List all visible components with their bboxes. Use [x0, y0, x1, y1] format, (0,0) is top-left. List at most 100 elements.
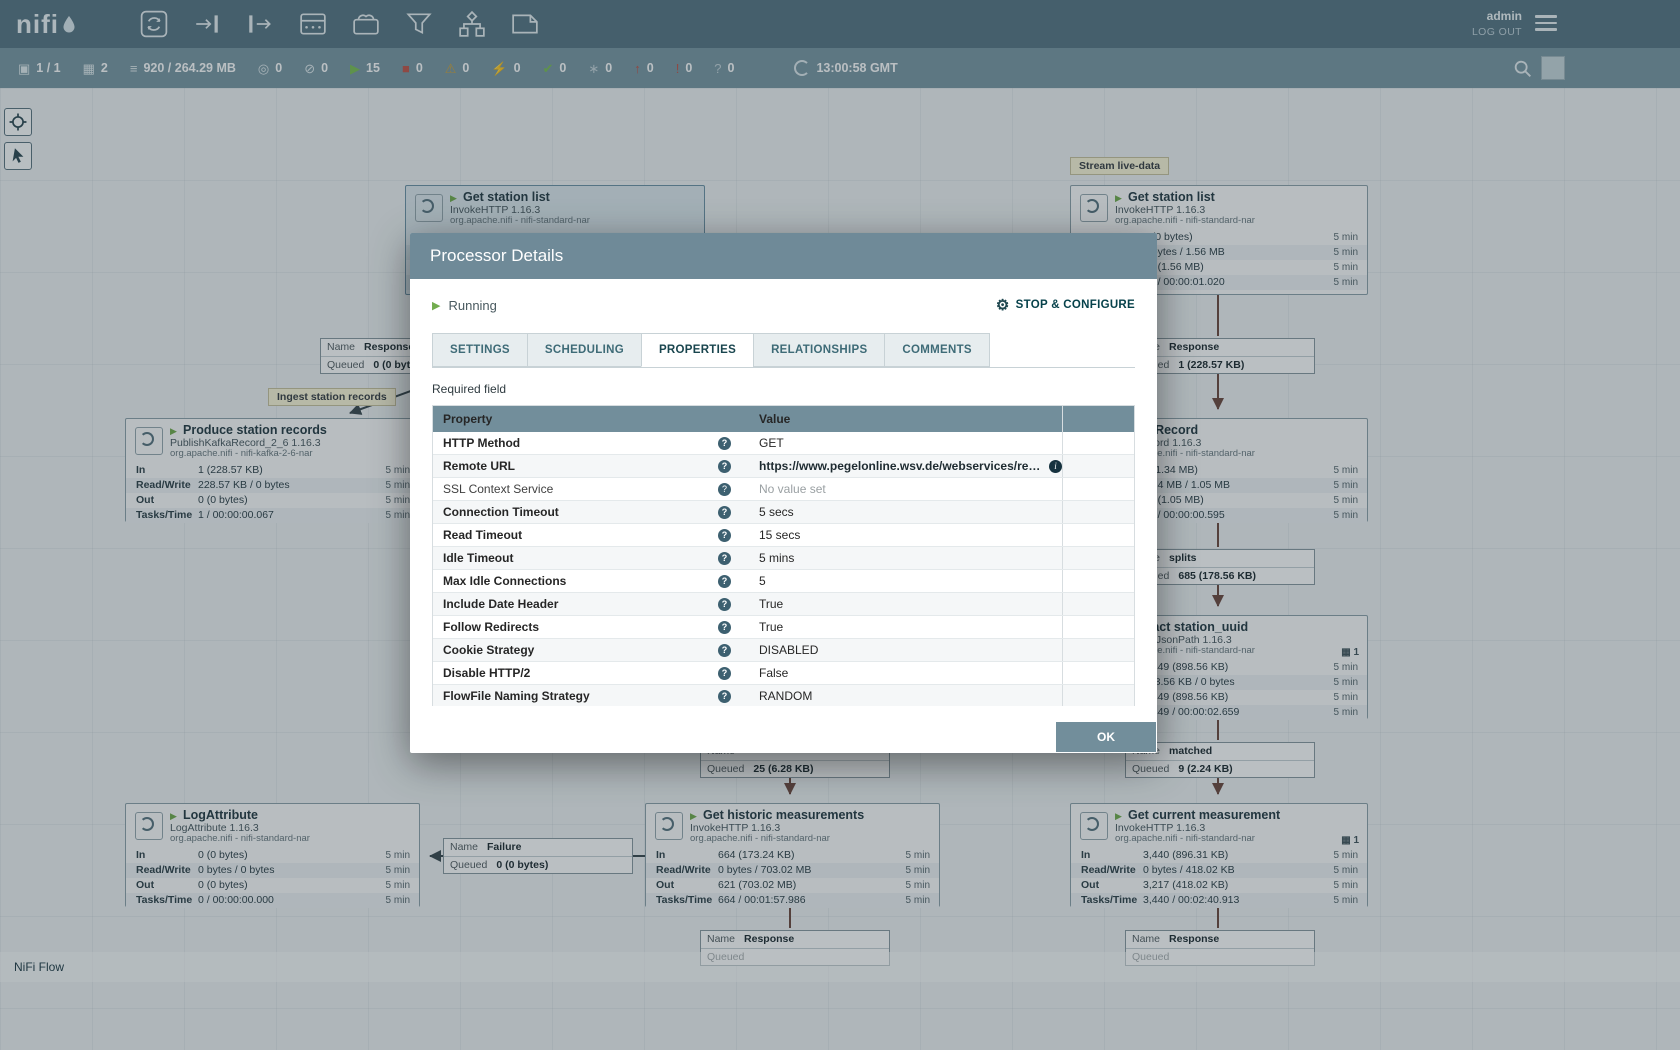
locally-modified-icon: ∗ [588, 62, 599, 75]
tab-scheduling[interactable]: SCHEDULING [527, 333, 642, 367]
input-port-tool-icon[interactable] [190, 9, 224, 39]
tab-relationships[interactable]: RELATIONSHIPS [753, 333, 885, 367]
status-queued: ≡920 / 264.29 MB [130, 61, 236, 75]
help-icon[interactable] [718, 598, 731, 611]
tab-settings[interactable]: SETTINGS [432, 333, 528, 367]
table-row: Max Idle Connections5 [433, 570, 1134, 593]
processor-bundle: org.apache.nifi - nifi-standard-nar [1115, 834, 1341, 845]
queued-icon: ≡ [130, 62, 138, 75]
transmitting-icon: ◎ [258, 62, 269, 75]
processor-tool-icon[interactable] [137, 9, 171, 39]
processor-bundle: org.apache.nifi - nifi-kafka-2-6-nar [170, 449, 393, 460]
pan-tool-toggle[interactable] [4, 142, 32, 170]
processor-bundle: org.apache.nifi - nifi-standard-nar [450, 216, 678, 227]
properties-table: Property Value HTTP MethodGET Remote URL… [432, 405, 1135, 706]
global-menu-icon[interactable] [1535, 15, 1557, 35]
ok-button[interactable]: OK [1056, 722, 1156, 752]
nifi-drop-icon [61, 14, 77, 34]
help-icon[interactable] [718, 667, 731, 680]
table-row: FlowFile Naming StrategyRANDOM [433, 685, 1134, 706]
corner-button[interactable] [1541, 56, 1565, 80]
help-icon[interactable] [718, 483, 731, 496]
hand-cursor-icon [8, 146, 28, 166]
processor-title: Extract station_uuid [1128, 620, 1341, 634]
invalid-icon: ⚠ [445, 62, 457, 75]
last-refresh-time: 13:00:58 GMT [816, 61, 897, 75]
processor-title: Get station list [1128, 190, 1341, 204]
app-header: nifi [0, 0, 1680, 48]
running-indicator-icon: ▶ [690, 811, 697, 822]
help-icon[interactable] [718, 460, 731, 473]
processor-title: Get current measurement [1128, 808, 1341, 822]
processor-bundle: org.apache.nifi - nifi-standard-nar [690, 834, 913, 845]
connection-label-failure[interactable]: NameFailure Queued0 (0 bytes) [443, 838, 633, 874]
tab-properties[interactable]: PROPERTIES [641, 333, 754, 367]
status-transmitting: ◎0 [258, 61, 282, 75]
table-row: Include Date HeaderTrue [433, 593, 1134, 616]
properties-table-header: Property Value [433, 406, 1134, 432]
process-group-tool-icon[interactable] [296, 9, 330, 39]
run-state: ▶ Running [432, 298, 497, 313]
birdseye-toggle[interactable] [4, 108, 32, 136]
help-icon[interactable] [718, 621, 731, 634]
running-indicator-icon: ▶ [432, 299, 440, 312]
component-toolbar [137, 9, 542, 39]
status-threads: ▦2 [83, 61, 108, 75]
processor-bundle: org.apache.nifi - nifi-standard-nar [170, 834, 393, 845]
help-icon[interactable] [718, 437, 731, 450]
table-row: SSL Context ServiceNo value set [433, 478, 1134, 501]
flow-label[interactable]: Stream live-data [1070, 157, 1169, 175]
processor-title: Get historic measurements [703, 808, 913, 822]
processor-title: Get station list [463, 190, 678, 204]
status-invalid: ⚠0 [445, 61, 470, 75]
processor-type-icon [415, 194, 443, 222]
search-icon[interactable] [1512, 58, 1534, 85]
flow-label[interactable]: Ingest station records [268, 388, 396, 406]
birdseye-icon [7, 111, 29, 133]
stopped-icon: ■ [402, 62, 410, 75]
remote-process-group-tool-icon[interactable] [349, 9, 383, 39]
status-disabled: ⚡0 [491, 61, 520, 75]
output-port-tool-icon[interactable] [243, 9, 277, 39]
running-indicator-icon: ▶ [1115, 193, 1122, 204]
refresh-button[interactable]: 13:00:58 GMT [794, 60, 897, 76]
cluster-icon: ▣ [18, 62, 30, 75]
node-count-badge: ▦ 1 [1341, 835, 1359, 846]
tab-comments[interactable]: COMMENTS [884, 333, 989, 367]
label-tool-icon[interactable] [508, 9, 542, 39]
dialog-title: Processor Details [410, 233, 1157, 279]
stop-configure-icon: ⚙ [996, 296, 1010, 314]
help-icon[interactable] [718, 506, 731, 519]
running-icon: ▶ [350, 62, 360, 75]
help-icon[interactable] [718, 690, 731, 703]
status-stopped: ■0 [402, 61, 423, 75]
nifi-logo[interactable]: nifi [16, 9, 77, 40]
help-icon[interactable] [718, 644, 731, 657]
processor-title: SplitRecord [1128, 423, 1341, 437]
breadcrumb[interactable]: NiFi Flow [14, 960, 64, 974]
processor-get-current-measurement[interactable]: ▶ Get current measurement InvokeHTTP 1.1… [1070, 803, 1368, 907]
processor-log-attribute[interactable]: ▶ LogAttribute LogAttribute 1.16.3 org.a… [125, 803, 420, 907]
sync-failure-icon: ? [714, 62, 721, 75]
properties-table-body[interactable]: HTTP MethodGET Remote URLhttps://www.peg… [433, 432, 1134, 706]
processor-produce-station-records[interactable]: ▶ Produce station records PublishKafkaRe… [125, 418, 420, 522]
nifi-app: nifi [0, 0, 1680, 1050]
processor-get-historic-measurements[interactable]: ▶ Get historic measurements InvokeHTTP 1… [645, 803, 940, 907]
refresh-icon [794, 60, 810, 76]
processor-title: LogAttribute [183, 808, 393, 822]
current-user: admin [1472, 7, 1522, 25]
stop-and-configure-button[interactable]: ⚙ STOP & CONFIGURE [996, 296, 1135, 314]
status-locally-modified: ∗0 [588, 61, 612, 75]
status-cluster: ▣1 / 1 [18, 61, 61, 75]
help-icon[interactable] [718, 529, 731, 542]
funnel-tool-icon[interactable] [402, 9, 436, 39]
table-row: Disable HTTP/2False [433, 662, 1134, 685]
status-not-transmitting: ⊘0 [304, 61, 328, 75]
info-icon[interactable] [1049, 460, 1062, 473]
logout-link[interactable]: LOG OUT [1472, 25, 1522, 41]
template-tool-icon[interactable] [455, 9, 489, 39]
help-icon[interactable] [718, 575, 731, 588]
status-sync-failure: ?0 [714, 61, 734, 75]
status-up-to-date: ✔0 [543, 61, 567, 75]
help-icon[interactable] [718, 552, 731, 565]
